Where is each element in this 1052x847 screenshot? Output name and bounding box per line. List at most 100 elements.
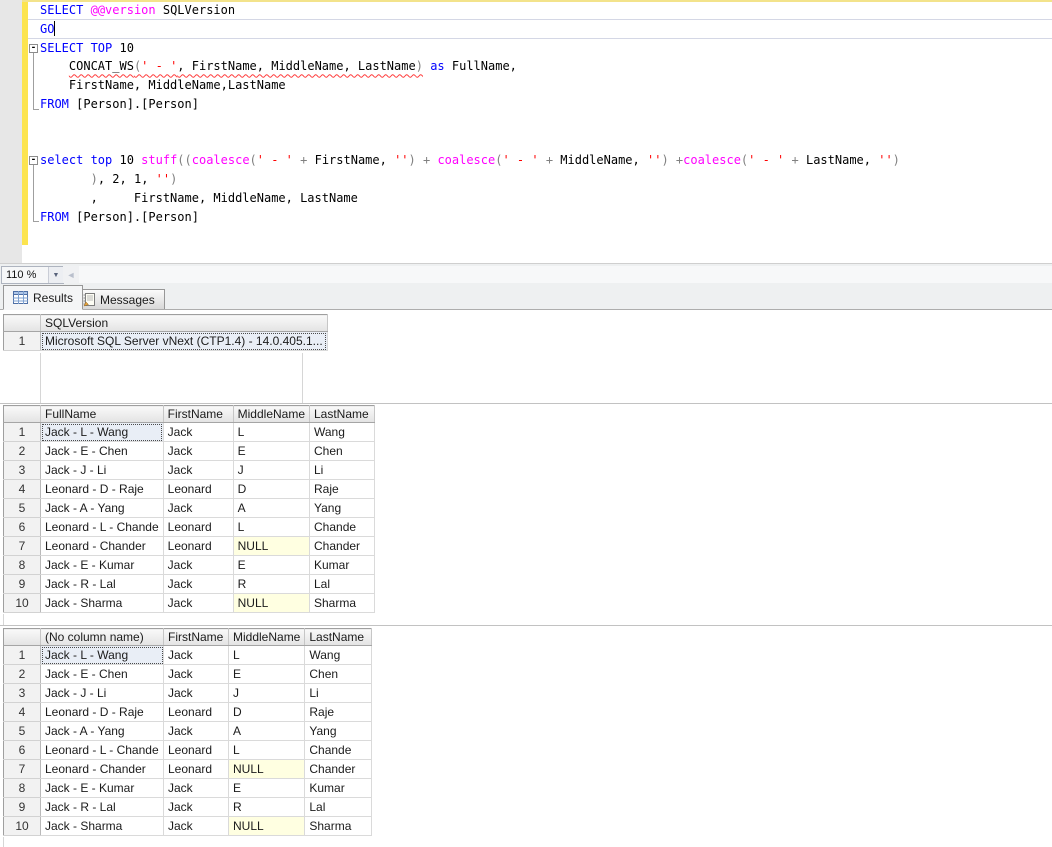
row-number[interactable]: 10 [4, 594, 41, 613]
row-number[interactable]: 9 [4, 798, 41, 817]
chevron-down-icon[interactable]: ▼ [48, 267, 63, 283]
grid-cell[interactable]: Leonard [163, 518, 233, 537]
grid-cell[interactable]: Leonard - L - Chande [41, 741, 164, 760]
grid-cell[interactable]: Sharma [310, 594, 375, 613]
grid-cell[interactable]: Jack [164, 798, 229, 817]
row-number[interactable]: 1 [4, 646, 41, 665]
code-line[interactable]: CONCAT_WS(' - ', FirstName, MiddleName, … [40, 57, 1052, 76]
grid-cell[interactable]: Leonard - Chander [41, 760, 164, 779]
row-number[interactable]: 7 [4, 537, 41, 556]
grid-cell[interactable]: Jack [164, 817, 229, 836]
column-header[interactable]: FirstName [163, 406, 233, 423]
grid-cell[interactable]: Chander [310, 537, 375, 556]
row-number[interactable]: 1 [4, 423, 41, 442]
code-line[interactable]: GO [40, 20, 1052, 39]
grid-splitter[interactable] [0, 403, 1052, 404]
code-line[interactable]: ), 2, 1, '') [40, 170, 1052, 189]
grid-cell[interactable]: Jack - J - Li [41, 684, 164, 703]
grid-cell[interactable]: L [233, 518, 309, 537]
grid-cell[interactable]: Yang [305, 722, 372, 741]
code-line[interactable]: , FirstName, MiddleName, LastName [40, 189, 1052, 208]
grid-cell[interactable]: Jack - E - Chen [41, 442, 164, 461]
grid-cell[interactable]: L [229, 646, 305, 665]
grid-cell[interactable]: Wang [310, 423, 375, 442]
column-header[interactable]: SQLVersion [41, 315, 328, 332]
row-number[interactable]: 8 [4, 556, 41, 575]
column-header[interactable]: MiddleName [229, 629, 305, 646]
column-header[interactable]: (No column name) [41, 629, 164, 646]
row-number[interactable]: 7 [4, 760, 41, 779]
code-fold-collapse-icon[interactable]: - [29, 156, 38, 165]
grid-cell[interactable]: R [229, 798, 305, 817]
grid-cell[interactable]: Jack [164, 665, 229, 684]
code-line[interactable]: SELECT @@version SQLVersion [40, 1, 1052, 20]
row-number[interactable]: 6 [4, 518, 41, 537]
tab-messages[interactable]: Messages [72, 289, 165, 309]
select-all-corner[interactable] [4, 629, 41, 646]
code-line[interactable] [40, 114, 1052, 133]
grid-cell[interactable]: Chen [310, 442, 375, 461]
grid-cell[interactable]: Jack - L - Wang [41, 423, 164, 442]
grid-cell[interactable]: Kumar [310, 556, 375, 575]
row-number[interactable]: 5 [4, 499, 41, 518]
row-number[interactable]: 1 [4, 332, 41, 351]
grid-cell[interactable]: Microsoft SQL Server vNext (CTP1.4) - 14… [41, 332, 328, 351]
grid-cell[interactable]: Chande [305, 741, 372, 760]
row-number[interactable]: 9 [4, 575, 41, 594]
grid-cell[interactable]: Jack - J - Li [41, 461, 164, 480]
grid-cell[interactable]: Jack - A - Yang [41, 499, 164, 518]
column-header[interactable]: LastName [305, 629, 372, 646]
grid-cell[interactable]: Leonard [163, 537, 233, 556]
grid-cell[interactable]: Jack [163, 461, 233, 480]
row-number[interactable]: 2 [4, 442, 41, 461]
grid-cell[interactable]: L [229, 741, 305, 760]
code-line[interactable]: select top 10 stuff((coalesce(' - ' + Fi… [40, 151, 1052, 170]
grid-cell[interactable]: Jack - A - Yang [41, 722, 164, 741]
grid-cell[interactable]: Jack [164, 646, 229, 665]
grid-cell[interactable]: NULL [233, 594, 309, 613]
grid-cell[interactable]: Lal [305, 798, 372, 817]
row-number[interactable]: 8 [4, 779, 41, 798]
column-header[interactable]: MiddleName [233, 406, 309, 423]
row-number[interactable]: 3 [4, 461, 41, 480]
grid-cell[interactable]: Jack [163, 594, 233, 613]
code-line[interactable]: SELECT TOP 10 [40, 39, 1052, 58]
grid-cell[interactable]: E [233, 442, 309, 461]
grid-cell[interactable]: Raje [310, 480, 375, 499]
grid-cell[interactable]: Leonard - D - Raje [41, 480, 164, 499]
grid-cell[interactable]: D [229, 703, 305, 722]
grid-cell[interactable]: Leonard - Chander [41, 537, 164, 556]
grid-cell[interactable]: A [229, 722, 305, 741]
row-number[interactable]: 4 [4, 480, 41, 499]
grid-cell[interactable]: Jack [164, 779, 229, 798]
grid-cell[interactable]: Leonard - L - Chande [41, 518, 164, 537]
editor-hscrollbar[interactable]: ◄ [63, 266, 1052, 283]
grid-cell[interactable]: Jack - E - Kumar [41, 779, 164, 798]
grid-cell[interactable]: Jack - L - Wang [41, 646, 164, 665]
grid-cell[interactable]: Chen [305, 665, 372, 684]
zoom-level-combo[interactable]: 110 % ▼ [1, 266, 64, 284]
column-header[interactable]: FirstName [164, 629, 229, 646]
grid-cell[interactable]: E [229, 665, 305, 684]
grid-cell[interactable]: Jack [163, 442, 233, 461]
code-line[interactable]: FirstName, MiddleName,LastName [40, 76, 1052, 95]
grid-cell[interactable]: Jack [164, 684, 229, 703]
code-layer[interactable]: SELECT @@version SQLVersionGOSELECT TOP … [40, 1, 1052, 263]
grid-cell[interactable]: Jack - R - Lal [41, 575, 164, 594]
grid-cell[interactable]: D [233, 480, 309, 499]
grid-cell[interactable]: Jack - Sharma [41, 594, 164, 613]
code-line[interactable]: FROM [Person].[Person] [40, 208, 1052, 227]
grid-cell[interactable]: Sharma [305, 817, 372, 836]
grid-cell[interactable]: Jack - E - Kumar [41, 556, 164, 575]
row-number[interactable]: 10 [4, 817, 41, 836]
hscrollbar-track[interactable] [79, 266, 1052, 283]
code-line[interactable]: FROM [Person].[Person] [40, 95, 1052, 114]
grid-cell[interactable]: Jack - Sharma [41, 817, 164, 836]
code-fold-collapse-icon[interactable]: - [29, 44, 38, 53]
grid-cell[interactable]: Lal [310, 575, 375, 594]
grid-cell[interactable]: Leonard [163, 480, 233, 499]
tab-results[interactable]: Results [3, 285, 83, 310]
grid-cell[interactable]: Chander [305, 760, 372, 779]
grid-cell[interactable]: Li [305, 684, 372, 703]
grid-cell[interactable]: NULL [229, 760, 305, 779]
